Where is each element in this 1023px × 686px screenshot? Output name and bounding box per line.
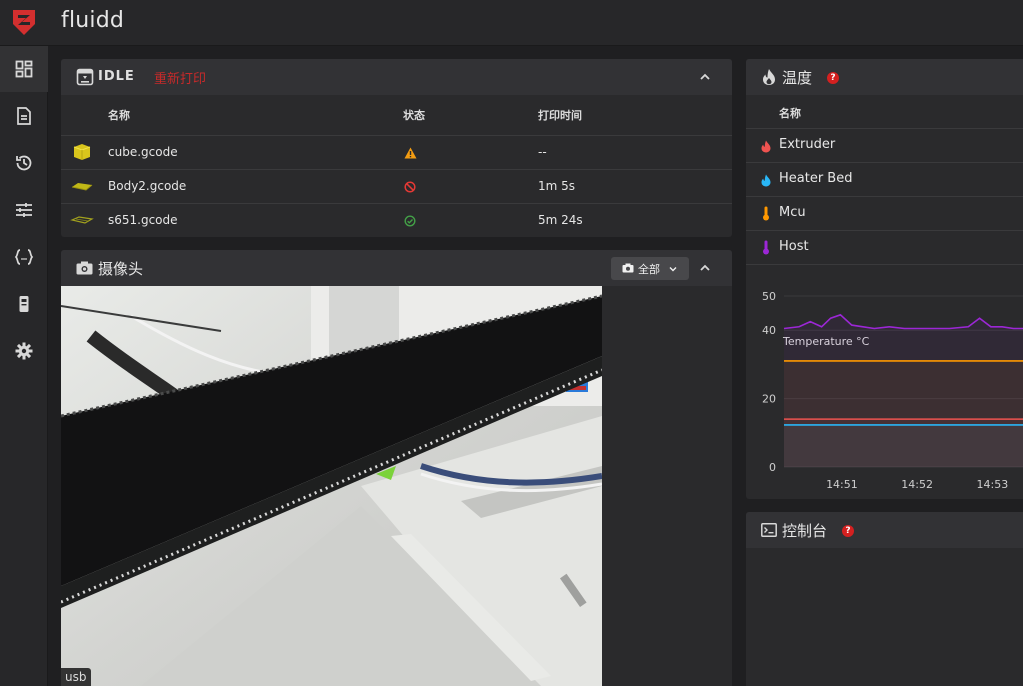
console-icon (761, 523, 777, 537)
sidebar-item-configuration[interactable] (0, 234, 48, 280)
file-name: cube.gcode (108, 145, 178, 159)
console-title: 控制台 (782, 522, 828, 540)
fluidd-logo-icon[interactable] (9, 7, 39, 37)
sidebar-item-jobs[interactable] (0, 93, 48, 139)
gcode-thumbnail-icon (73, 144, 91, 160)
series-area-heater-bed (784, 424, 1023, 467)
camera-frame (61, 286, 602, 686)
sidebar-nav (0, 46, 48, 686)
print-time: -- (538, 145, 547, 159)
app-root: fluidd IDLE 重新打印 名称 状态 打印时间 cube.gcode -… (0, 0, 1023, 686)
job-status-header: IDLE 重新打印 (61, 59, 732, 95)
y-tick-label: 20 (762, 393, 776, 406)
table-row[interactable]: Body2.gcode 1m 5s (61, 169, 732, 203)
x-tick-label: 14:53 (977, 478, 1009, 491)
sidebar-item-system[interactable] (0, 281, 48, 327)
y-tick-label: 50 (762, 290, 776, 303)
app-title: fluidd (61, 8, 125, 33)
table-row[interactable]: s651.gcode 5m 24s (61, 203, 732, 237)
file-document-icon (17, 107, 31, 125)
x-tick-label: 14:51 (826, 478, 858, 491)
dashboard-icon (15, 60, 33, 78)
printer-state-label: IDLE (98, 69, 135, 84)
check-circle-icon (404, 215, 416, 227)
camera-icon (622, 263, 634, 273)
printer-3d-icon (76, 68, 94, 86)
print-time: 1m 5s (538, 179, 576, 193)
code-braces-icon (14, 249, 34, 265)
camera-header: 摄像头 全部 (61, 250, 732, 286)
cancel-icon (404, 181, 416, 193)
job-table: 名称 状态 打印时间 cube.gcode -- Body2.gcode 1m … (61, 95, 732, 237)
job-status-panel: IDLE 重新打印 名称 状态 打印时间 cube.gcode -- Body2… (61, 59, 732, 237)
camera-title: 摄像头 (98, 260, 144, 278)
camera-stream-image: usb (61, 286, 602, 686)
sidebar-item-dashboard[interactable] (0, 46, 48, 92)
camera-icon (76, 261, 93, 275)
temperature-panel: 温度 ? 名称 Extruder Heater Bed Mcu Host Tem… (746, 59, 1023, 499)
console-panel: 控制台 ? (746, 512, 1023, 686)
gcode-thumbnail-icon (70, 216, 94, 224)
y-tick-label: 0 (769, 461, 776, 474)
x-tick-label: 14:52 (901, 478, 933, 491)
chevron-up-icon[interactable] (698, 70, 712, 84)
column-header-print-time: 打印时间 (538, 109, 582, 122)
camera-source-tag: usb (61, 668, 91, 686)
chevron-up-icon[interactable] (698, 261, 712, 275)
file-name: s651.gcode (108, 213, 178, 227)
chevron-down-icon (669, 267, 677, 272)
warning-icon (404, 147, 417, 159)
table-row[interactable]: cube.gcode -- (61, 135, 732, 169)
tune-icon (16, 203, 32, 217)
sidebar-item-tune[interactable] (0, 187, 48, 233)
app-bar: fluidd (0, 0, 1023, 46)
sidebar-item-settings[interactable] (0, 328, 48, 374)
camera-panel: 摄像头 全部 usb (61, 250, 732, 686)
device-icon (19, 296, 29, 312)
column-header-status: 状态 (403, 109, 425, 122)
reprint-button[interactable]: 重新打印 (154, 68, 206, 87)
camera-select-button[interactable]: 全部 (611, 257, 689, 280)
help-icon[interactable]: ? (842, 525, 854, 537)
print-time: 5m 24s (538, 213, 583, 227)
temperature-chart[interactable]: 020405014:5114:5214:5314:54 (746, 59, 1023, 499)
gear-icon (15, 342, 33, 360)
camera-select-label: 全部 (638, 263, 660, 276)
file-name: Body2.gcode (108, 179, 187, 193)
console-header: 控制台 ? (746, 512, 1023, 548)
column-header-name: 名称 (108, 109, 130, 122)
sidebar-item-history[interactable] (0, 140, 48, 186)
y-tick-label: 40 (762, 324, 776, 337)
gcode-thumbnail-icon (71, 183, 93, 191)
history-icon (16, 155, 32, 171)
